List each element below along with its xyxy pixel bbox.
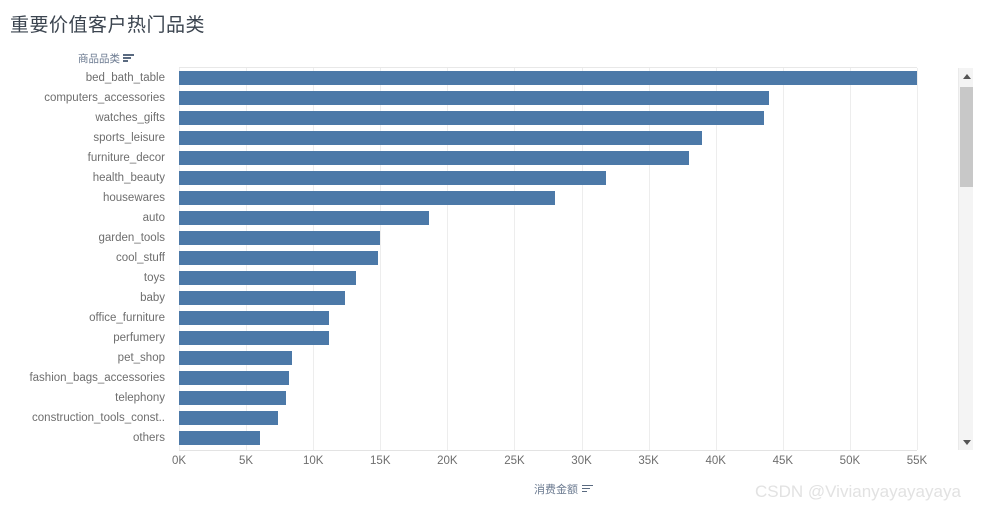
bar[interactable]	[179, 331, 330, 345]
bar-row	[179, 188, 917, 208]
y-axis-field-header[interactable]: 商品品类	[78, 51, 134, 66]
chevron-down-icon	[962, 439, 971, 445]
scroll-down-button[interactable]	[959, 434, 974, 450]
bar-row	[179, 388, 917, 408]
x-axis-line	[179, 450, 917, 451]
bar[interactable]	[179, 311, 330, 325]
x-axis-field-header[interactable]: 消费金额	[534, 481, 593, 497]
y-axis-field-label: 商品品类	[78, 54, 120, 65]
bar[interactable]	[179, 271, 357, 285]
scroll-up-button[interactable]	[959, 68, 974, 84]
x-tick-label: 55K	[906, 455, 928, 467]
bar-row	[179, 228, 917, 248]
x-tick-label: 40K	[705, 455, 726, 467]
plot-area	[179, 67, 918, 451]
bar-row	[179, 408, 917, 428]
bar-series	[179, 68, 917, 448]
scrollbar-thumb[interactable]	[960, 87, 973, 187]
x-tick-label: 15K	[370, 455, 391, 467]
x-tick-label: 5K	[239, 455, 254, 467]
y-tick-label[interactable]: construction_tools_const..	[0, 408, 172, 428]
x-axis-tick-labels: 0K 5K 10K 15K 20K 25K 30K 35K 40K 45K 50K 55K	[0, 455, 982, 473]
y-tick-label[interactable]: telephony	[0, 388, 172, 408]
bar[interactable]	[179, 211, 429, 225]
y-tick-label[interactable]: fashion_bags_accessories	[0, 368, 172, 388]
gridline	[917, 68, 918, 450]
chevron-up-icon	[962, 73, 971, 79]
bar[interactable]	[179, 391, 287, 405]
bar-row	[179, 168, 917, 188]
x-tick-label: 0K	[171, 455, 187, 467]
page-title: 重要价值客户热门品类	[10, 15, 206, 36]
y-tick-label[interactable]: perfumery	[0, 328, 172, 348]
x-tick-label: 45K	[772, 455, 794, 467]
y-tick-label[interactable]: health_beauty	[0, 168, 172, 188]
y-tick-label[interactable]: office_furniture	[0, 308, 172, 328]
bar-row	[179, 288, 917, 308]
bar[interactable]	[179, 411, 279, 425]
sort-descending-icon[interactable]	[123, 54, 134, 63]
bar[interactable]	[179, 431, 260, 445]
y-tick-label[interactable]: computers_accessories	[0, 88, 172, 108]
y-tick-label[interactable]: auto	[0, 208, 172, 228]
bar-row	[179, 308, 917, 328]
x-tick-label: 10K	[302, 455, 324, 467]
bar-row	[179, 68, 917, 88]
bar[interactable]	[179, 111, 765, 125]
vertical-scrollbar[interactable]	[958, 68, 973, 450]
x-tick-label: 30K	[571, 455, 592, 467]
chart-page: 重要价值客户热门品类 商品品类 bed_bath_table computers_…	[0, 0, 982, 515]
y-axis-tick-labels: bed_bath_table computers_accessories watch…	[0, 68, 172, 448]
x-tick-label: 20K	[437, 455, 458, 467]
y-tick-label[interactable]: garden_tools	[0, 228, 172, 248]
x-axis-field-label: 消费金额	[534, 484, 578, 496]
y-tick-label[interactable]: housewares	[0, 188, 172, 208]
y-tick-label[interactable]: toys	[0, 268, 172, 288]
bar-row	[179, 108, 917, 128]
bar[interactable]	[179, 251, 378, 265]
bar-row	[179, 208, 917, 228]
bar-row	[179, 268, 917, 288]
bar[interactable]	[179, 131, 703, 145]
bar-row	[179, 328, 917, 348]
bar-row	[179, 248, 917, 268]
y-tick-label[interactable]: pet_shop	[0, 348, 172, 368]
y-tick-label[interactable]: others	[0, 428, 172, 448]
bar[interactable]	[179, 291, 346, 305]
x-tick-label: 50K	[839, 455, 861, 467]
bar-row	[179, 348, 917, 368]
y-tick-label[interactable]: watches_gifts	[0, 108, 172, 128]
bar-row	[179, 88, 917, 108]
bar[interactable]	[179, 171, 606, 185]
bar-row	[179, 148, 917, 168]
bar[interactable]	[179, 71, 917, 85]
bar[interactable]	[179, 191, 555, 205]
watermark: CSDN @Vivianyayayayaya	[755, 482, 961, 501]
y-tick-label[interactable]: furniture_decor	[0, 148, 172, 168]
y-tick-label[interactable]: sports_leisure	[0, 128, 172, 148]
sort-descending-icon[interactable]	[582, 484, 593, 494]
x-tick-label: 25K	[504, 455, 525, 467]
y-tick-label[interactable]: baby	[0, 288, 172, 308]
bar[interactable]	[179, 351, 292, 365]
bar[interactable]	[179, 371, 290, 385]
y-tick-label[interactable]: bed_bath_table	[0, 68, 172, 88]
bar[interactable]	[179, 151, 689, 165]
bar-row	[179, 368, 917, 388]
y-tick-label[interactable]: cool_stuff	[0, 248, 172, 268]
bar-row	[179, 128, 917, 148]
bar[interactable]	[179, 231, 381, 245]
x-tick-label: 35K	[638, 455, 659, 467]
bar-row	[179, 428, 917, 448]
bar[interactable]	[179, 91, 770, 105]
